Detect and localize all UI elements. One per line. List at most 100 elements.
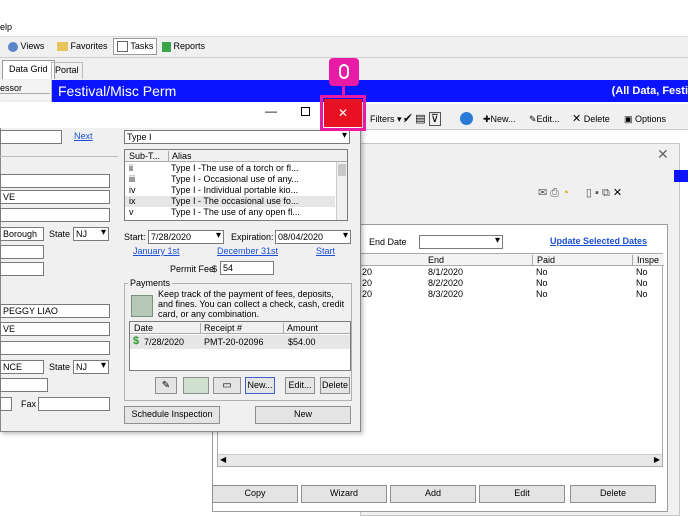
col-receipt[interactable]: Receipt # bbox=[200, 323, 242, 333]
detail-close-icon[interactable]: ✕ bbox=[657, 146, 669, 163]
payments-header: Date Receipt # Amount bbox=[130, 322, 350, 334]
list-item[interactable]: iii Type I - Occasional use of any... bbox=[125, 174, 335, 185]
col-date[interactable]: Date bbox=[134, 323, 153, 333]
borough-field[interactable]: Borough bbox=[0, 227, 44, 241]
module-title: Festival/Misc Perm bbox=[58, 83, 177, 99]
street-field[interactable]: VE bbox=[0, 190, 110, 204]
options-button[interactable]: ▣ Options bbox=[624, 111, 666, 127]
list-item-selected[interactable]: ix Type I - The occasional use fo... bbox=[125, 196, 335, 207]
update-selected-dates-link[interactable]: Update Selected Dates bbox=[550, 236, 647, 246]
new-icon: ✚ bbox=[483, 114, 491, 124]
minimize-button[interactable]: — bbox=[265, 104, 277, 118]
type-select[interactable]: Type I bbox=[124, 130, 350, 144]
currency-symbol: $ bbox=[212, 264, 218, 274]
permit-fee-label: Permit Fee bbox=[170, 264, 215, 274]
pay-edit-icon[interactable]: ✎ bbox=[155, 377, 177, 394]
list-item[interactable]: iv Type I - Individual portable kio... bbox=[125, 185, 335, 196]
scroll-right-icon[interactable]: ▶ bbox=[654, 455, 660, 464]
horizontal-scrollbar[interactable]: ◀ ▶ bbox=[218, 454, 662, 466]
favorites-button[interactable]: Favorites bbox=[57, 41, 108, 52]
edit-button[interactable]: Edit bbox=[479, 485, 565, 503]
next-link[interactable]: Next bbox=[74, 131, 93, 141]
click-indicator bbox=[329, 58, 359, 86]
field-1[interactable] bbox=[0, 174, 110, 188]
dialog-new-button[interactable]: New bbox=[255, 406, 351, 424]
copy-button[interactable]: Copy bbox=[212, 485, 298, 503]
top-field[interactable] bbox=[0, 130, 62, 144]
payment-new-button[interactable]: New... bbox=[245, 377, 275, 394]
payments-table: Date Receipt # Amount $ 7/28/2020 PMT-20… bbox=[129, 321, 351, 371]
subtype-list[interactable]: Sub-T... Alias ii Type I -The use of a t… bbox=[124, 149, 348, 221]
scroll-thumb[interactable] bbox=[338, 164, 346, 176]
list-item[interactable]: ii Type I -The use of a torch or fl... bbox=[125, 163, 335, 174]
filters-button[interactable]: Filters ▾ bbox=[370, 111, 402, 127]
mail-icon[interactable]: ✉ bbox=[538, 187, 547, 199]
copy-icon[interactable]: ⧉ bbox=[602, 187, 610, 199]
field-5[interactable] bbox=[0, 245, 44, 259]
december-31st-link[interactable]: December 31st bbox=[217, 246, 278, 256]
print-icon[interactable]: ⎙ bbox=[550, 187, 559, 199]
clock-icon[interactable]: ◔ bbox=[562, 187, 569, 199]
list-scrollbar[interactable] bbox=[336, 162, 347, 220]
table-row[interactable]: $ 7/28/2020 PMT-20-02096 $54.00 bbox=[130, 335, 350, 349]
views-button[interactable]: Views bbox=[8, 41, 44, 52]
close-button[interactable]: ✕ bbox=[324, 99, 362, 127]
detail-close2-icon[interactable]: ✕ bbox=[613, 187, 622, 199]
help-menu[interactable]: elp bbox=[0, 22, 12, 32]
city-field[interactable]: NCE bbox=[0, 360, 44, 374]
tasks-icon bbox=[117, 41, 128, 53]
list-item[interactable]: v Type I - The use of any open fl... bbox=[125, 207, 335, 218]
expiration-date-field[interactable]: 08/04/2020 bbox=[275, 230, 351, 244]
close-icon: ✕ bbox=[337, 106, 349, 120]
tab-portal[interactable]: Portal bbox=[51, 62, 83, 79]
payment-delete-button[interactable]: Delete bbox=[320, 377, 350, 394]
col-amount[interactable]: Amount bbox=[283, 323, 318, 333]
field-9[interactable] bbox=[0, 341, 110, 355]
col-alias[interactable]: Alias bbox=[168, 151, 192, 161]
delete-button[interactable]: Delete bbox=[570, 485, 656, 503]
check-icon[interactable]: ▭ bbox=[213, 377, 241, 394]
col-end[interactable]: End bbox=[428, 255, 444, 265]
filter-icons[interactable]: ✔̸ ▤ ⊽ bbox=[403, 111, 441, 127]
col-paid[interactable]: Paid bbox=[532, 255, 555, 265]
payment-edit-button[interactable]: Edit... bbox=[285, 377, 315, 394]
payments-title: Payments bbox=[128, 278, 173, 288]
permit-fee-field[interactable]: 54 bbox=[220, 261, 274, 275]
nav-item[interactable]: essor bbox=[0, 83, 50, 94]
globe-search-icon[interactable] bbox=[460, 112, 473, 125]
maximize-button[interactable] bbox=[301, 107, 310, 116]
wizard-button[interactable]: Wizard bbox=[301, 485, 387, 503]
fax-field[interactable] bbox=[38, 397, 110, 411]
owner-name-field[interactable]: PEGGY LIAO bbox=[0, 304, 110, 318]
end-date-select[interactable] bbox=[419, 235, 503, 249]
start-date-field[interactable]: 7/28/2020 bbox=[148, 230, 224, 244]
start-link[interactable]: Start bbox=[316, 246, 335, 256]
dialog-titlebar: — bbox=[0, 102, 361, 128]
module-scope: (All Data, Festi bbox=[611, 85, 688, 97]
field-3[interactable] bbox=[0, 208, 110, 222]
credit-card-icon[interactable] bbox=[183, 377, 209, 394]
scroll-left-icon[interactable]: ◀ bbox=[220, 455, 226, 464]
expiration-label: Expiration: bbox=[231, 232, 274, 242]
check-filter-icon: ✔̸ bbox=[403, 113, 413, 125]
page-icon[interactable]: ▯ bbox=[586, 187, 592, 199]
col-subtype[interactable]: Sub-T... bbox=[129, 151, 160, 161]
reports-button[interactable]: Reports bbox=[162, 41, 205, 52]
edit-record-button[interactable]: ✎Edit... bbox=[529, 111, 560, 127]
tab-data-grid[interactable]: Data Grid bbox=[2, 60, 55, 79]
detail-icon-row: ✉ ⎙ ◔ ▯ ▪ ⧉ ✕ bbox=[538, 186, 688, 200]
save-icon[interactable]: ▪ bbox=[595, 187, 599, 199]
january-1st-link[interactable]: January 1st bbox=[133, 246, 180, 256]
field-11[interactable] bbox=[0, 378, 48, 392]
new-record-button[interactable]: ✚New... bbox=[483, 111, 516, 127]
owner-street-field[interactable]: VE bbox=[0, 322, 110, 336]
add-button[interactable]: Add bbox=[390, 485, 476, 503]
delete-record-button[interactable]: ✕ Delete bbox=[572, 111, 610, 127]
tasks-button[interactable]: Tasks bbox=[113, 38, 158, 55]
field-6[interactable] bbox=[0, 262, 44, 276]
field-12[interactable] bbox=[0, 397, 12, 411]
owner-state-select[interactable]: NJ bbox=[73, 360, 109, 374]
state-select[interactable]: NJ bbox=[73, 227, 109, 241]
col-inspection[interactable]: Inspe bbox=[632, 255, 659, 265]
schedule-inspection-button[interactable]: Schedule Inspection bbox=[124, 406, 220, 424]
